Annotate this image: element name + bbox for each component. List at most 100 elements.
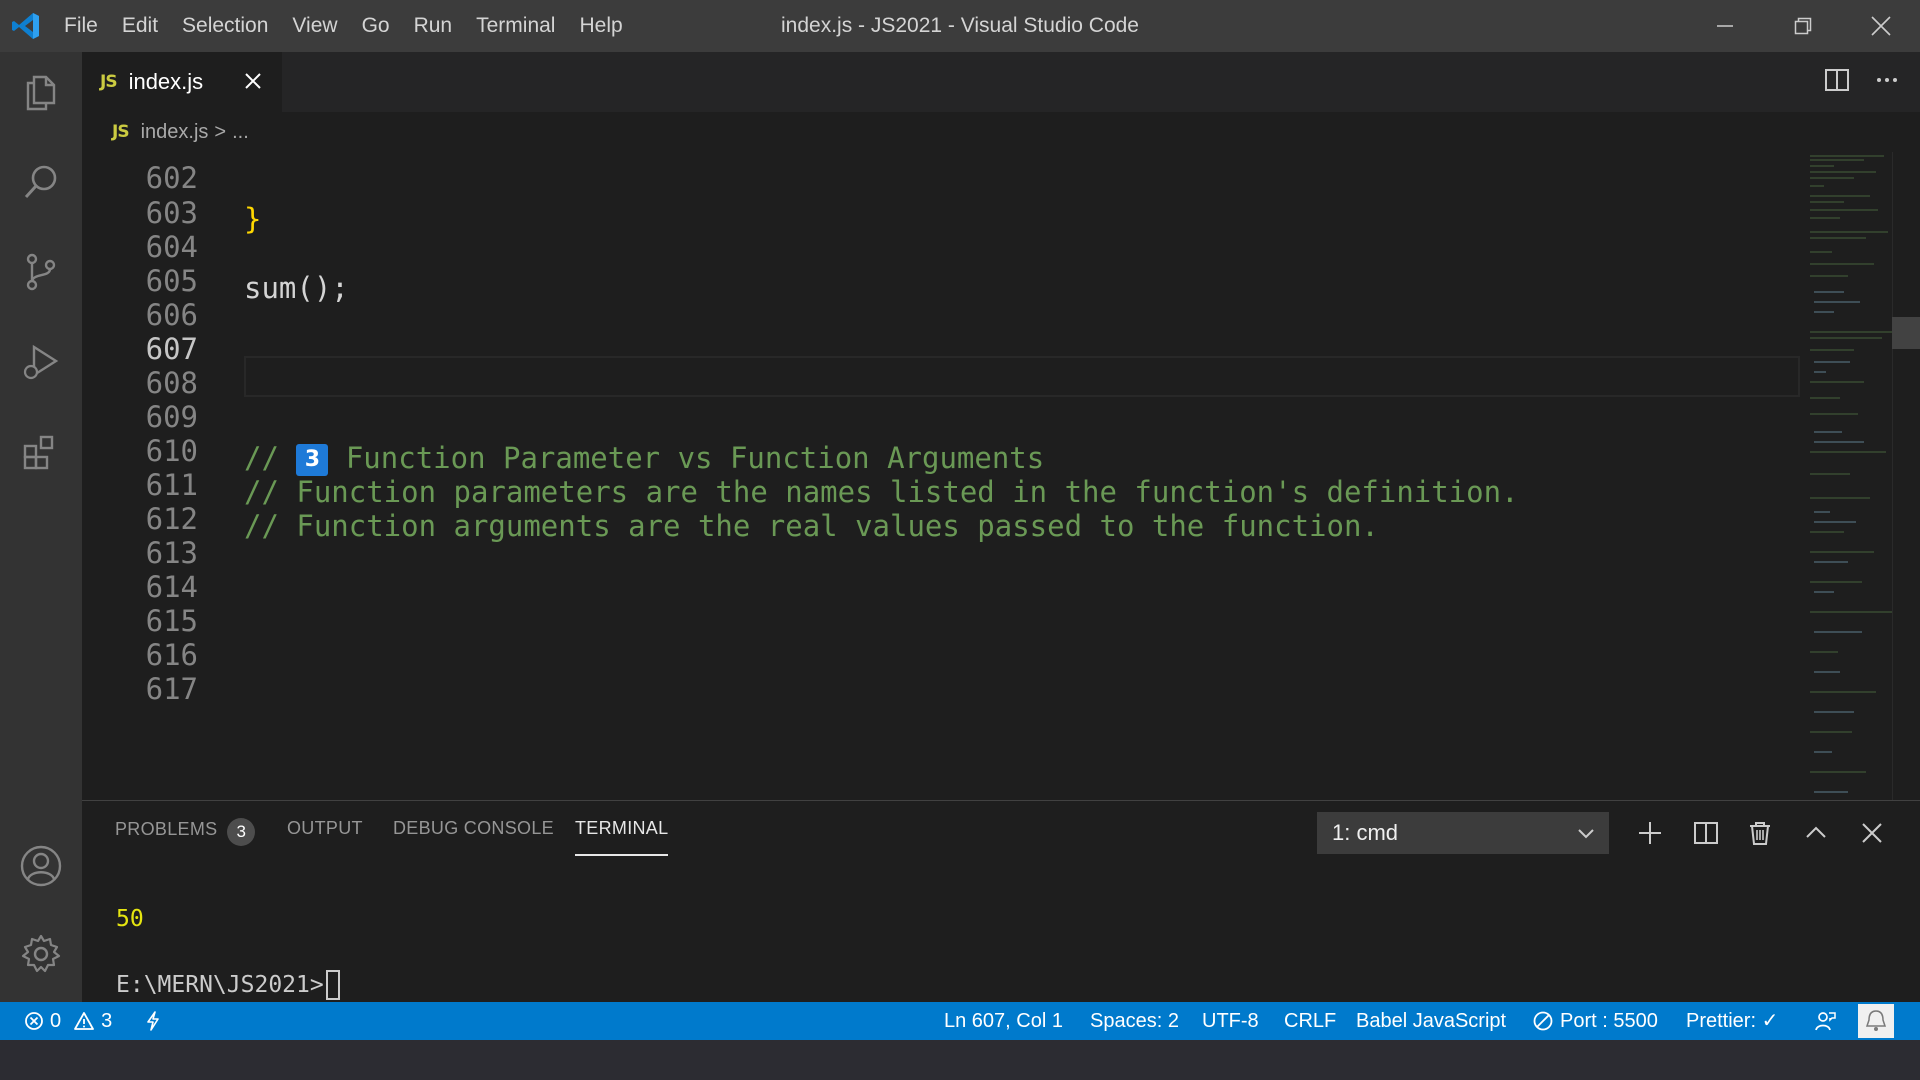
minimize-icon (1717, 25, 1733, 27)
split-editor-icon (1825, 68, 1849, 91)
menu-go[interactable]: Go (350, 0, 402, 52)
terminal-prompt: E:\MERN\JS2021> (116, 972, 324, 998)
ellipsis-icon (1877, 77, 1897, 82)
source-control-icon (26, 253, 56, 291)
chevron-down-icon (1576, 823, 1596, 849)
tab-problems-label: PROBLEMS (115, 819, 218, 839)
feedback-icon (1815, 1012, 1836, 1031)
files-icon (26, 75, 56, 111)
manage-button[interactable] (0, 914, 82, 994)
line-number: 617 (145, 672, 198, 706)
new-terminal-button[interactable] (1634, 817, 1666, 849)
notifications-button[interactable] (1858, 1002, 1894, 1040)
status-bar: 0 3 Ln 607, Col 1 Spaces: 2 UTF-8 CRLF B… (0, 1002, 1920, 1040)
warning-icon (74, 1012, 95, 1030)
close-icon (1871, 16, 1891, 36)
editor-scroll-thumb[interactable] (1892, 317, 1920, 349)
no-entry-icon (1533, 1011, 1553, 1031)
warning-count: 3 (101, 1010, 113, 1032)
tab-close-button[interactable] (238, 66, 268, 96)
search-button[interactable] (0, 142, 82, 222)
tab-terminal[interactable]: TERMINAL (575, 818, 669, 856)
extensions-icon (23, 435, 54, 470)
extensions-button[interactable] (0, 412, 82, 492)
tab-debug-console[interactable]: DEBUG CONSOLE (393, 818, 554, 848)
close-icon (245, 73, 261, 89)
window-controls (1686, 0, 1920, 52)
code-editor[interactable]: 602 } 603 604 sum(); 605 606 607 608 609… (82, 152, 1920, 800)
menu-bar: File Edit Selection View Go Run Terminal… (52, 0, 635, 52)
maximize-panel-button[interactable] (1800, 817, 1832, 849)
accounts-button[interactable] (0, 826, 82, 906)
gear-icon (21, 934, 61, 973)
close-window-button[interactable] (1842, 0, 1920, 52)
live-server-port: Port : 5500 (1560, 1010, 1658, 1032)
window-bottom-border (0, 1040, 1920, 1080)
live-share-button[interactable] (142, 1002, 164, 1040)
breadcrumb-file[interactable]: index.js (141, 121, 209, 144)
terminal-output[interactable]: 50 E:\MERN\JS2021> (116, 901, 340, 1003)
terminal-output-line: 50 (116, 906, 144, 932)
breadcrumb-more[interactable]: ... (232, 121, 249, 144)
menu-edit[interactable]: Edit (110, 0, 170, 52)
minimap[interactable] (1804, 152, 1902, 800)
eol-status[interactable]: CRLF (1284, 1002, 1336, 1040)
vscode-logo-icon (0, 0, 52, 52)
activity-bar (0, 52, 82, 1002)
split-terminal-button[interactable] (1690, 817, 1722, 849)
chevron-up-icon (1806, 826, 1826, 838)
error-count: 0 (50, 1010, 62, 1032)
title-bar: File Edit Selection View Go Run Terminal… (0, 0, 1920, 52)
cursor-position[interactable]: Ln 607, Col 1 (944, 1002, 1063, 1040)
lightning-icon (147, 1011, 159, 1031)
js-file-icon: JS (112, 122, 130, 142)
js-file-icon: JS (100, 72, 118, 92)
restore-icon (1794, 17, 1812, 35)
terminal-prompt-line: E:\MERN\JS2021> (116, 967, 340, 1003)
error-icon (25, 1012, 43, 1030)
problems-status[interactable]: 0 3 (24, 1002, 112, 1040)
editor-tab-bar: JS index.js (82, 52, 1920, 112)
minimize-button[interactable] (1686, 0, 1764, 52)
tab-problems[interactable]: PROBLEMS 3 (115, 818, 256, 848)
editor-actions (1822, 52, 1902, 112)
explorer-button[interactable] (0, 52, 82, 132)
run-debug-button[interactable] (0, 322, 82, 402)
source-control-button[interactable] (0, 232, 82, 312)
run-debug-icon (23, 344, 59, 380)
menu-view[interactable]: View (280, 0, 349, 52)
menu-terminal[interactable]: Terminal (464, 0, 567, 52)
trash-icon (1750, 822, 1770, 845)
menu-file[interactable]: File (52, 0, 110, 52)
breadcrumb: JS index.js > ... (82, 112, 1920, 152)
panel-tab-bar: PROBLEMS 3 OUTPUT DEBUG CONSOLE TERMINAL … (82, 801, 1920, 861)
bell-icon (1858, 1004, 1894, 1038)
tab-output[interactable]: OUTPUT (287, 818, 363, 848)
problems-count-badge: 3 (227, 818, 256, 846)
search-icon (24, 165, 57, 199)
split-terminal-icon (1694, 822, 1718, 844)
feedback-button[interactable] (1814, 1002, 1838, 1040)
split-editor-button[interactable] (1822, 65, 1852, 100)
restore-button[interactable] (1764, 0, 1842, 52)
plus-icon (1639, 822, 1661, 844)
menu-selection[interactable]: Selection (170, 0, 280, 52)
live-server-status[interactable]: Port : 5500 (1532, 1002, 1658, 1040)
menu-run[interactable]: Run (402, 0, 465, 52)
close-panel-button[interactable] (1856, 817, 1888, 849)
prettier-status[interactable]: Prettier: ✓ (1686, 1002, 1778, 1040)
kill-terminal-button[interactable] (1744, 817, 1776, 849)
tab-label: index.js (128, 69, 204, 94)
terminal-cursor (325, 970, 340, 1000)
indentation-status[interactable]: Spaces: 2 (1090, 1002, 1179, 1040)
tab-index-js[interactable]: JS index.js (82, 52, 282, 112)
encoding-status[interactable]: UTF-8 (1202, 1002, 1259, 1040)
close-icon (1862, 823, 1882, 843)
terminal-selector[interactable]: 1: cmd (1317, 812, 1609, 854)
language-mode[interactable]: Babel JavaScript (1356, 1002, 1506, 1040)
editor-scrollbar[interactable] (1892, 152, 1920, 800)
account-icon (20, 845, 62, 887)
code-line: 617 (82, 628, 1802, 706)
more-actions-button[interactable] (1872, 65, 1902, 100)
menu-help[interactable]: Help (567, 0, 634, 52)
